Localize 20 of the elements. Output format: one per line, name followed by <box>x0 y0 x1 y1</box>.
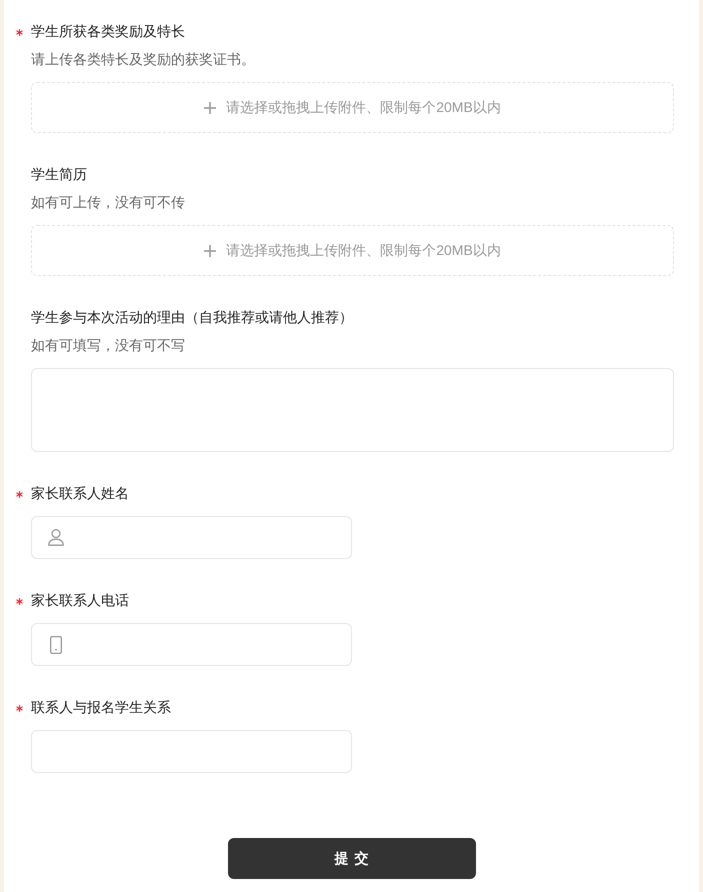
upload-area[interactable]: 请选择或拖拽上传附件、限制每个20MB以内 <box>31 82 674 133</box>
field-hint: 如有可上传，没有可不传 <box>31 193 185 212</box>
field-label: 学生简历 <box>31 165 87 184</box>
text-area[interactable] <box>31 368 674 452</box>
plus-icon <box>204 244 216 256</box>
field-label: 家长联系人姓名 <box>31 484 129 503</box>
field-label: 学生所获各类奖励及特长 <box>31 22 185 41</box>
plus-icon <box>204 102 216 114</box>
field-hint: 如有可填写，没有可不写 <box>31 336 185 355</box>
text-input[interactable] <box>31 730 352 773</box>
field-label: 学生参与本次活动的理由（自我推荐或请他人推荐） <box>31 308 353 327</box>
field-hint: 请上传各类特长及奖励的获奖证书。 <box>31 50 255 69</box>
field-label: 家长联系人电话 <box>31 591 129 610</box>
upload-area[interactable]: 请选择或拖拽上传附件、限制每个20MB以内 <box>31 225 674 276</box>
phone-icon <box>50 636 62 654</box>
person-icon <box>48 529 64 546</box>
name-input-field[interactable] <box>31 516 352 559</box>
phone-input-field[interactable] <box>31 623 352 666</box>
submit-button[interactable]: 提交 <box>228 838 476 879</box>
field-label: 联系人与报名学生关系 <box>31 698 171 717</box>
